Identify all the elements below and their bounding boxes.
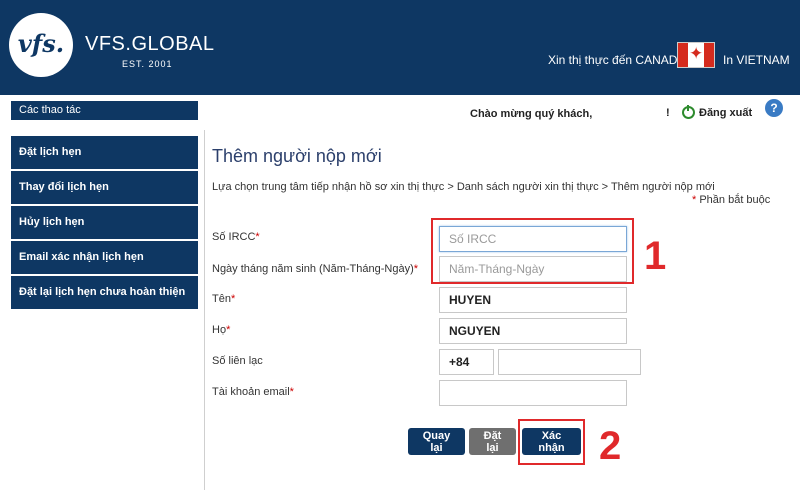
sidebar-item-confirmation-email[interactable]: Email xác nhận lịch hẹn <box>11 241 198 274</box>
back-button[interactable]: Quay lại <box>408 428 465 455</box>
ircc-label: Số IRCC* <box>212 231 260 243</box>
sidebar-item-book-appointment[interactable]: Đặt lịch hẹn <box>11 136 198 169</box>
required-note-text: Phần bắt buộc <box>696 194 771 206</box>
welcome-text: Chào mừng quý khách, <box>470 108 593 120</box>
last-name-label-text: Họ <box>212 324 227 336</box>
last-name-required-star: * <box>226 324 231 336</box>
visa-destination: Xin thị thực đến CANADA <box>548 53 686 67</box>
phone-number-input[interactable] <box>498 349 641 375</box>
dob-label: Ngày tháng năm sinh (Năm-Tháng-Ngày)* <box>212 263 418 275</box>
site-header: vfs. VFS.GLOBAL EST. 2001 Xin thị thực đ… <box>0 0 800 95</box>
phone-label: Số liên lạc <box>212 355 263 367</box>
help-icon[interactable]: ? <box>765 99 783 117</box>
origin-country: In VIETNAM <box>723 53 790 67</box>
first-name-required-star: * <box>230 293 236 305</box>
last-name-input[interactable] <box>439 318 627 344</box>
sidebar-menu: Đặt lịch hẹn Thay đổi lịch hẹn Hủy lịch … <box>11 136 198 311</box>
dob-label-text: Ngày tháng năm sinh (Năm-Tháng-Ngày) <box>212 263 414 275</box>
email-label: Tài khoản email* <box>212 386 294 398</box>
phone-country-code-input[interactable] <box>439 349 494 375</box>
canada-flag-icon: ✦ <box>677 42 715 68</box>
redacted-user-name <box>592 108 668 120</box>
required-note: * Phần bắt buộc <box>692 194 770 206</box>
logout-label: Đăng xuất <box>699 106 753 119</box>
brand-established: EST. 2001 <box>122 59 173 69</box>
highlight-box-1 <box>431 218 634 284</box>
ircc-label-text: Số IRCC <box>212 231 256 243</box>
logo-text: vfs. <box>17 29 65 58</box>
sidebar-item-change-appointment[interactable]: Thay đổi lịch hẹn <box>11 171 198 204</box>
annotation-number-1: 1 <box>644 234 667 278</box>
email-input[interactable] <box>439 380 627 406</box>
logout-link[interactable]: Đăng xuất <box>682 105 753 119</box>
ircc-required-star: * <box>255 231 260 243</box>
actions-heading: Các thao tác <box>11 101 198 120</box>
first-name-label-text: Tên <box>212 293 231 305</box>
sidebar-item-rebook-incomplete[interactable]: Đặt lại lịch hẹn chưa hoàn thiện <box>11 276 198 309</box>
last-name-label: Họ* <box>212 324 230 336</box>
flag-band-left <box>678 43 688 67</box>
content-divider <box>204 130 205 490</box>
reset-button[interactable]: Đặt lại <box>469 428 516 455</box>
email-label-text: Tài khoản email <box>212 386 290 398</box>
first-name-input[interactable] <box>439 287 627 313</box>
flag-band-right <box>704 43 714 67</box>
page-title: Thêm người nộp mới <box>212 146 382 166</box>
highlight-box-2 <box>518 419 585 465</box>
power-icon <box>682 105 695 119</box>
vfs-logo[interactable]: vfs. <box>9 13 73 77</box>
breadcrumb: Lựa chọn trung tâm tiếp nhận hồ sơ xin t… <box>212 181 715 193</box>
brand-name: VFS.GLOBAL <box>85 33 215 55</box>
first-name-label: Tên* <box>212 293 235 305</box>
sidebar-item-cancel-appointment[interactable]: Hủy lịch hẹn <box>11 206 198 239</box>
annotation-number-2: 2 <box>599 424 622 468</box>
dob-required-star: * <box>413 263 419 275</box>
welcome-exclamation: ! <box>666 107 670 119</box>
maple-leaf-icon: ✦ <box>689 44 704 63</box>
email-required-star: * <box>289 386 294 398</box>
